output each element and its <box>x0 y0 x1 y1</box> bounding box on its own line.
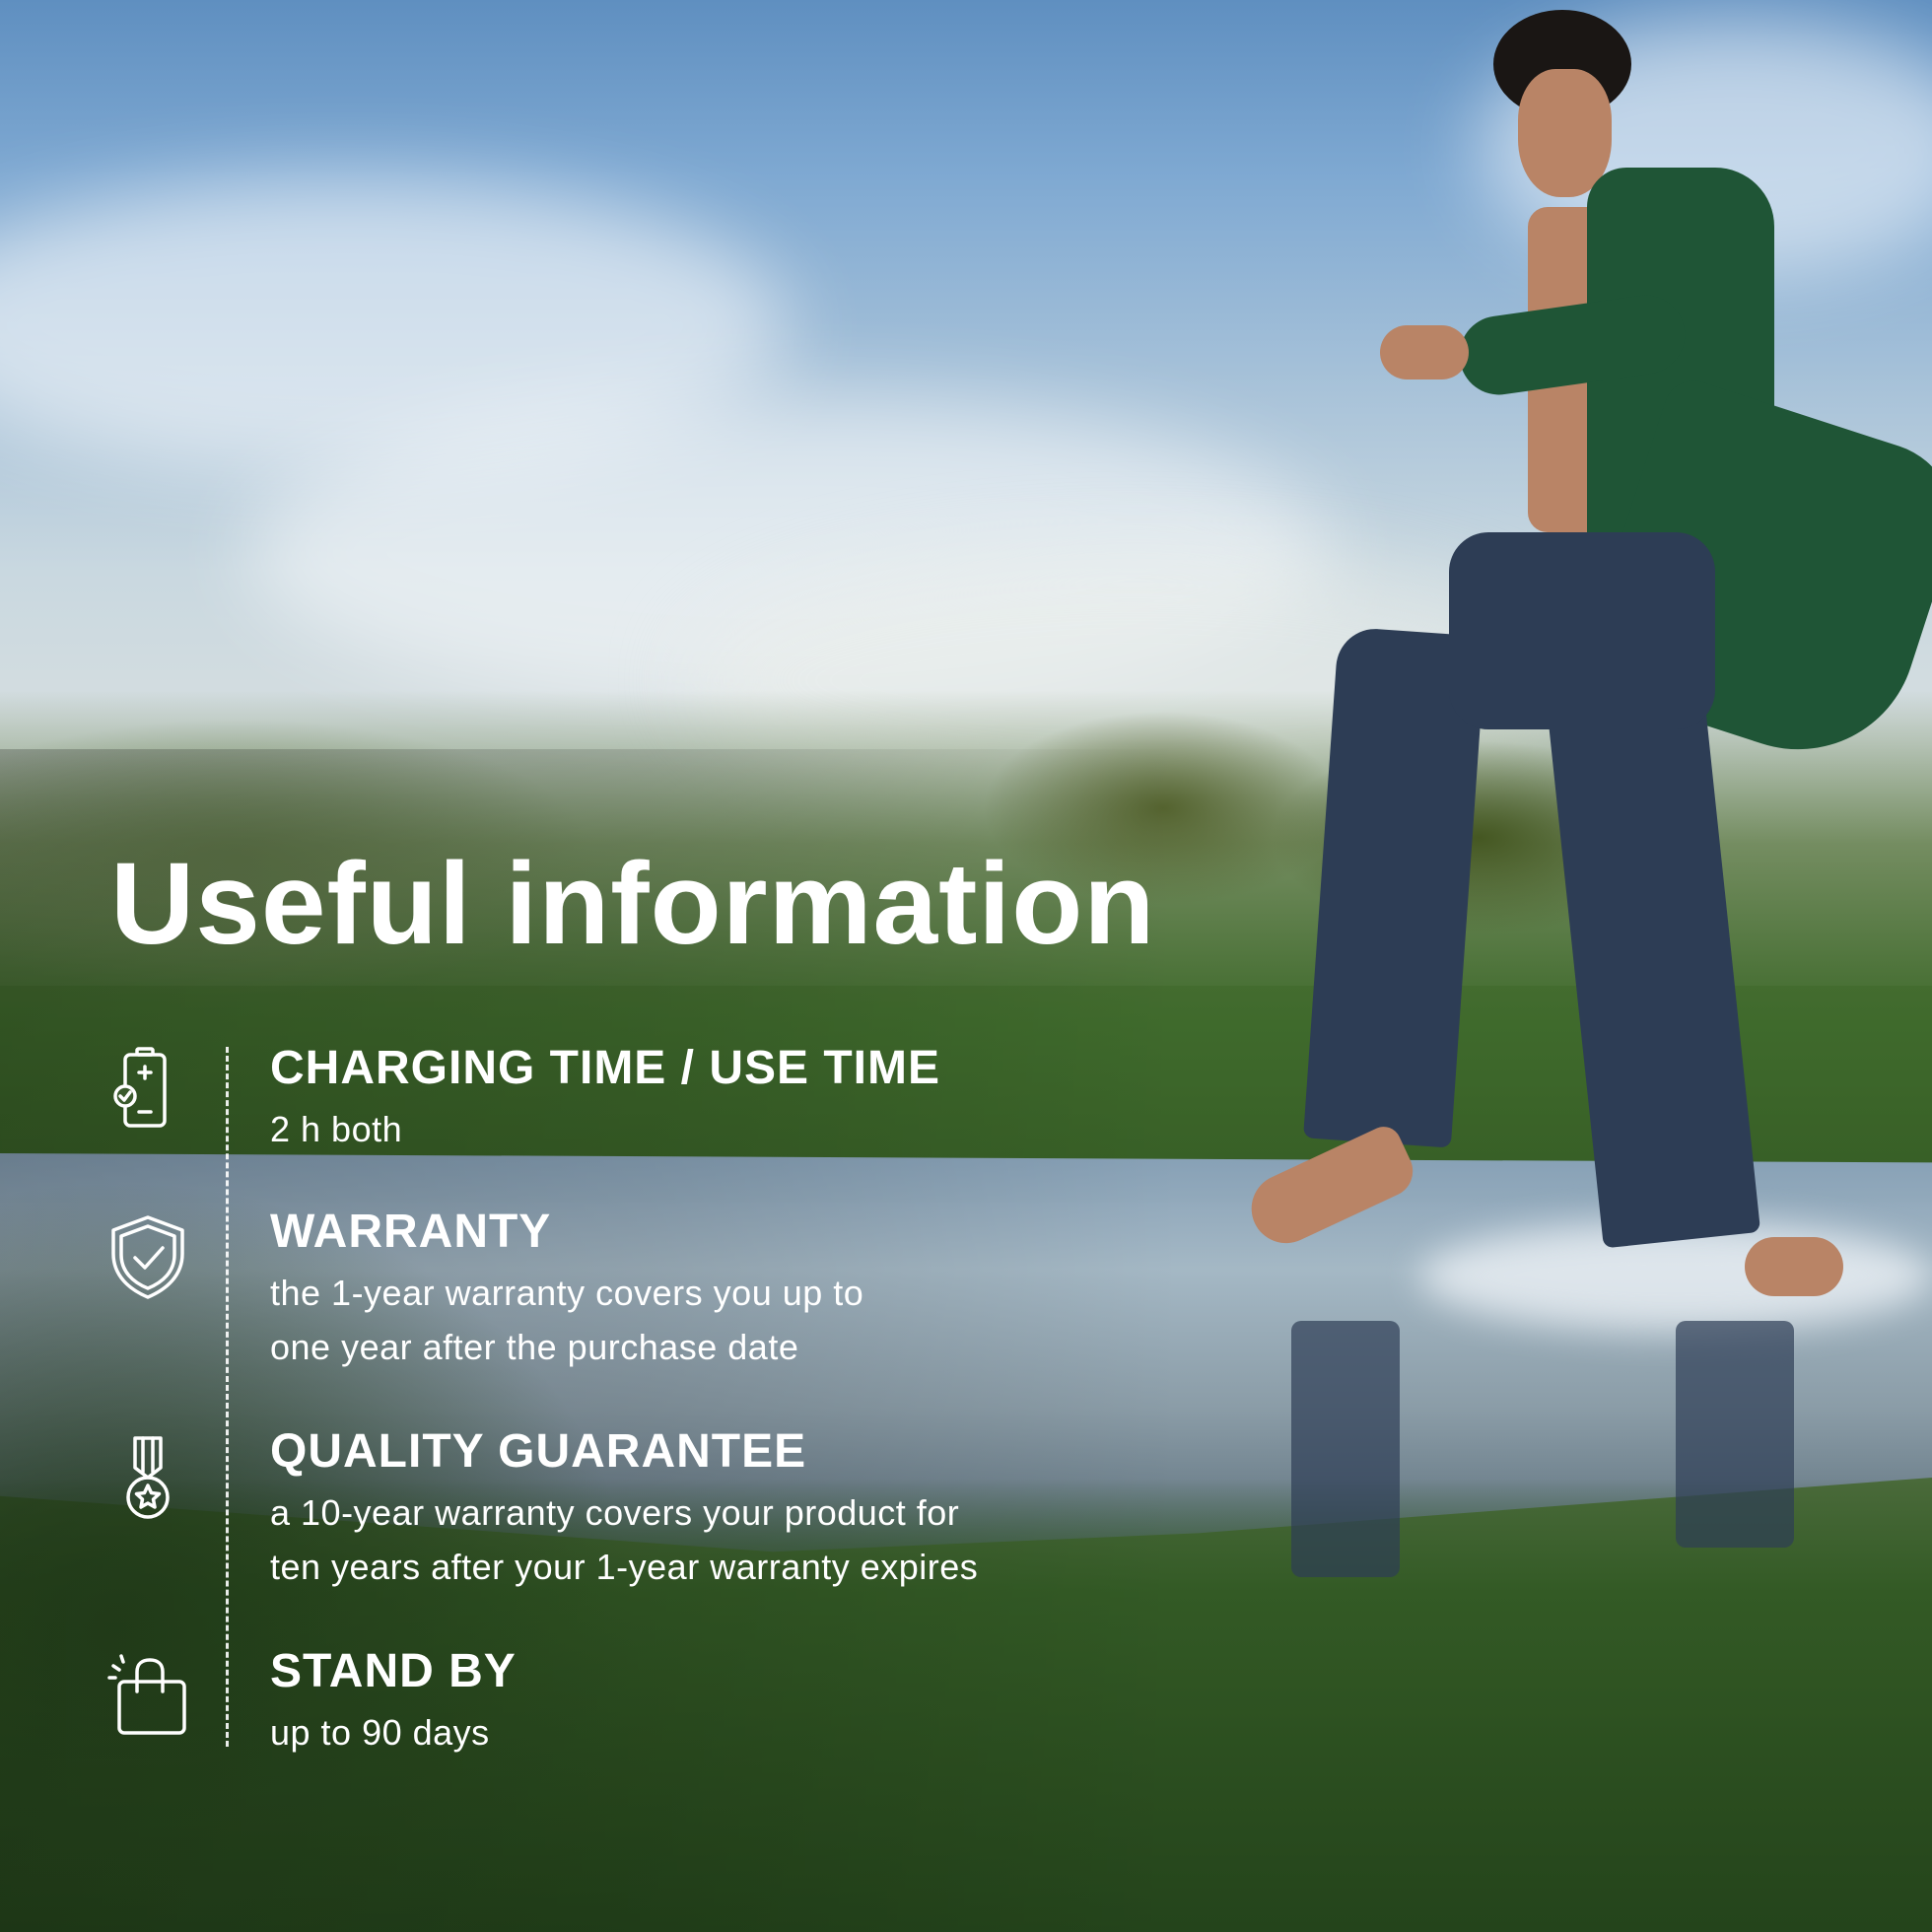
face <box>1518 69 1612 197</box>
item-title: QUALITY GUARANTEE <box>270 1425 807 1478</box>
dashed-divider <box>226 1047 229 1747</box>
reflected-leg <box>1291 1321 1400 1577</box>
item-description-line: up to 90 days <box>270 1712 490 1753</box>
jeans-hip <box>1449 532 1715 729</box>
item-description: the 1-year warranty covers you up to one… <box>270 1266 863 1374</box>
right-foot <box>1745 1237 1843 1296</box>
item-title: WARRANTY <box>270 1206 552 1258</box>
reflected-leg <box>1676 1321 1794 1548</box>
medal-star-icon <box>104 1434 192 1523</box>
item-title: CHARGING TIME / USE TIME <box>270 1042 941 1094</box>
item-description-line: ten years after your 1-year warranty exp… <box>270 1547 979 1587</box>
item-description-line: one year after the purchase date <box>270 1327 799 1367</box>
item-title: STAND BY <box>270 1645 517 1697</box>
shopping-bag-icon <box>104 1652 192 1741</box>
hand <box>1380 325 1469 380</box>
item-description: up to 90 days <box>270 1705 490 1760</box>
item-description: a 10-year warranty covers your product f… <box>270 1485 978 1594</box>
page-title: Useful information <box>110 839 1156 969</box>
battery-charging-icon <box>104 1045 192 1134</box>
item-description-line: a 10-year warranty covers your product f… <box>270 1492 960 1533</box>
item-description-line: the 1-year warranty covers you up to <box>270 1273 864 1313</box>
item-description: 2 h both <box>270 1102 402 1156</box>
item-description-line: 2 h both <box>270 1109 403 1149</box>
shield-check-icon <box>104 1212 192 1301</box>
